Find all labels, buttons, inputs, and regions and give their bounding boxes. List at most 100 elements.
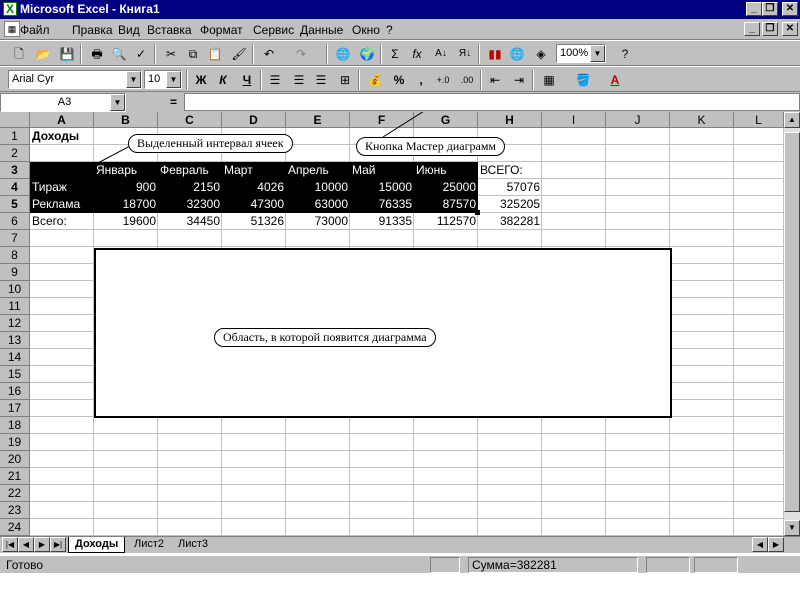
grid-cell[interactable]	[734, 264, 784, 281]
grid-cell[interactable]	[350, 434, 414, 451]
grid-cell[interactable]	[30, 281, 94, 298]
row-header[interactable]: 7	[0, 230, 30, 247]
column-header[interactable]: B	[94, 112, 158, 128]
grid-cell[interactable]	[542, 162, 606, 179]
grid-cell[interactable]	[222, 451, 286, 468]
month-header[interactable]: Январь	[94, 162, 158, 179]
grid-cell[interactable]	[30, 485, 94, 502]
bold-button[interactable]: Ж	[190, 70, 212, 90]
horizontal-scrollbar[interactable]	[216, 538, 736, 552]
grid-cell[interactable]	[350, 502, 414, 519]
grid-cell[interactable]	[350, 519, 414, 536]
font-select[interactable]: Arial Cyr ▼	[8, 70, 142, 89]
font-color-icon[interactable]: A	[604, 70, 626, 90]
grid-cell[interactable]	[478, 519, 542, 536]
row-header[interactable]: 21	[0, 468, 30, 485]
menu-window[interactable]: Окно	[352, 23, 380, 37]
grid-cell[interactable]	[94, 485, 158, 502]
hyperlink-icon[interactable]: 🌐	[332, 44, 354, 64]
grid-cell[interactable]	[478, 485, 542, 502]
copy-icon[interactable]: ⧉	[182, 44, 204, 64]
office-assistant-icon[interactable]: ?	[614, 44, 636, 64]
column-header[interactable]: G	[414, 112, 478, 128]
grid-cell[interactable]	[350, 230, 414, 247]
row-label[interactable]: Всего:	[30, 213, 94, 230]
last-sheet-icon[interactable]: ▶|	[50, 537, 66, 552]
value-cell[interactable]: 15000	[350, 179, 414, 196]
value-cell[interactable]: 76335	[350, 196, 414, 213]
map-icon[interactable]: 🌐	[506, 44, 528, 64]
column-header[interactable]: A	[30, 112, 94, 128]
grid-cell[interactable]	[734, 485, 784, 502]
drawing-icon[interactable]: ◈	[530, 44, 552, 64]
grid-cell[interactable]	[606, 196, 670, 213]
menu-data[interactable]: Данные	[300, 23, 343, 37]
first-sheet-icon[interactable]: |◀	[2, 537, 18, 552]
grid-cell[interactable]	[734, 179, 784, 196]
row-header[interactable]: 8	[0, 247, 30, 264]
grid-cell[interactable]	[734, 213, 784, 230]
grid-cell[interactable]	[670, 298, 734, 315]
grid-cell[interactable]	[286, 485, 350, 502]
grid-cell[interactable]	[222, 519, 286, 536]
value-cell[interactable]: 91335	[350, 213, 414, 230]
prev-sheet-icon[interactable]: ◀	[18, 537, 34, 552]
grid-cell[interactable]	[670, 230, 734, 247]
grid-cell[interactable]	[350, 468, 414, 485]
grid-cell[interactable]	[94, 434, 158, 451]
redo-icon[interactable]: ↷	[290, 44, 312, 64]
grid-cell[interactable]	[542, 468, 606, 485]
sort-desc-icon[interactable]: Я↓	[454, 44, 476, 64]
row-header[interactable]: 16	[0, 383, 30, 400]
grid-cell[interactable]	[414, 519, 478, 536]
grid-cell[interactable]	[606, 162, 670, 179]
value-cell[interactable]: 4026	[222, 179, 286, 196]
month-header[interactable]: Февраль	[158, 162, 222, 179]
grid-cell[interactable]	[734, 519, 784, 536]
grid-cell[interactable]	[286, 434, 350, 451]
font-size-select[interactable]: 10 ▼	[144, 70, 182, 89]
italic-button[interactable]: К	[212, 70, 234, 90]
grid-cell[interactable]	[158, 417, 222, 434]
grid-cell[interactable]	[158, 468, 222, 485]
month-header[interactable]: Апрель	[286, 162, 350, 179]
grid-cell[interactable]	[734, 502, 784, 519]
grid-cell[interactable]	[350, 485, 414, 502]
grid-cell[interactable]	[30, 349, 94, 366]
grid-cell[interactable]	[734, 315, 784, 332]
grid-cell[interactable]	[542, 145, 606, 162]
month-header[interactable]: Июнь	[414, 162, 478, 179]
grid-cell[interactable]	[158, 230, 222, 247]
grid-cell[interactable]	[670, 434, 734, 451]
preview-icon[interactable]: 🔍	[108, 44, 130, 64]
grid-cell[interactable]	[734, 400, 784, 417]
value-cell[interactable]: 47300	[222, 196, 286, 213]
grid-cell[interactable]	[606, 434, 670, 451]
grid-cell[interactable]	[30, 519, 94, 536]
new-icon[interactable]: 🗋	[8, 44, 30, 64]
grid-cell[interactable]	[30, 434, 94, 451]
grid-cell[interactable]	[670, 315, 734, 332]
close-icon[interactable]: ✕	[782, 2, 798, 16]
grid-cell[interactable]	[30, 502, 94, 519]
row-header[interactable]: 1	[0, 128, 30, 145]
grid-cell[interactable]	[286, 230, 350, 247]
row-header[interactable]: 6	[0, 213, 30, 230]
grid-cell[interactable]	[542, 485, 606, 502]
grid-cell[interactable]	[734, 196, 784, 213]
percent-button[interactable]: %	[388, 70, 410, 90]
grid-cell[interactable]	[286, 502, 350, 519]
grid-cell[interactable]	[670, 400, 734, 417]
grid-cell[interactable]	[542, 128, 606, 145]
grid-cell[interactable]	[734, 247, 784, 264]
merge-center-icon[interactable]: ⊞	[334, 70, 356, 90]
grid-cell[interactable]	[734, 230, 784, 247]
chart-wizard-icon[interactable]: ▮▮	[484, 44, 506, 64]
grid-cell[interactable]	[606, 213, 670, 230]
grid-cell[interactable]	[222, 502, 286, 519]
scroll-up-icon[interactable]: ▲	[784, 112, 800, 128]
tab-dohody[interactable]: Доходы	[68, 537, 126, 553]
grid-cell[interactable]	[734, 383, 784, 400]
grid-cell[interactable]	[30, 298, 94, 315]
row-header[interactable]: 19	[0, 434, 30, 451]
